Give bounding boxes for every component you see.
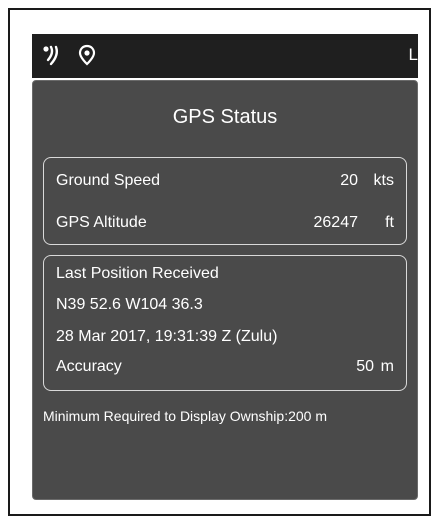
gps-status-panel: GPS Status Ground Speed 20 kts GPS Altit… [32,80,418,500]
minimum-required-note: Minimum Required to Display Ownship:200 … [43,408,327,424]
last-position-heading-row: Last Position Received [56,263,394,285]
speed-altitude-box: Ground Speed 20 kts GPS Altitude 26247 f… [43,157,407,245]
toolbar-edge-label: L [408,45,418,64]
ground-speed-unit: kts [373,172,394,189]
accuracy-value: 50 [356,358,374,375]
accuracy-row: Accuracy 50 m [56,356,394,378]
gps-altitude-unit: ft [385,214,394,231]
ground-speed-row: Ground Speed 20 kts [56,170,394,192]
top-toolbar: L [32,34,418,78]
gps-altitude-row: GPS Altitude 26247 ft [56,212,394,234]
gps-altitude-value: 26247 [313,214,359,231]
ground-speed-value: 20 [340,172,358,189]
location-pin-icon[interactable] [76,44,98,66]
timestamp-text: 28 Mar 2017, 19:31:39 Z (Zulu) [56,328,278,345]
panel-title: GPS Status [172,106,278,128]
radar-signal-icon[interactable] [42,44,64,66]
last-position-label: Last Position Received [56,265,219,282]
accuracy-unit: m [380,358,394,375]
timestamp-row: 28 Mar 2017, 19:31:39 Z (Zulu) [56,326,394,348]
coordinates-text: N39 52.6 W104 36.3 [56,296,203,313]
coordinates-row: N39 52.6 W104 36.3 [56,294,394,316]
gps-altitude-label: GPS Altitude [56,214,147,231]
accuracy-label: Accuracy [56,358,122,375]
ground-speed-label: Ground Speed [56,172,161,189]
last-position-box: Last Position Received N39 52.6 W104 36.… [43,255,407,391]
